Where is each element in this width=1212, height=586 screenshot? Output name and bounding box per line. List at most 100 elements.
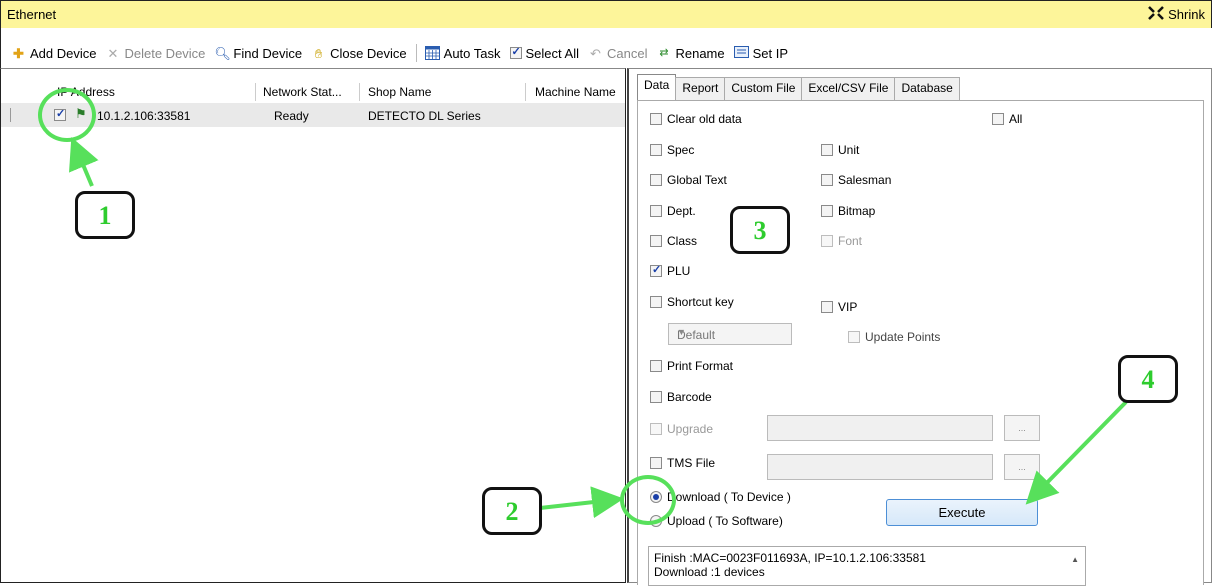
- tab-database[interactable]: Database: [894, 77, 960, 101]
- all-checkbox[interactable]: [992, 113, 1004, 125]
- upgrade-file-input[interactable]: [767, 415, 993, 441]
- shrink-button[interactable]: Shrink: [1148, 6, 1205, 23]
- task-pane: Data Report Custom File Excel/CSV File D…: [627, 68, 1212, 586]
- tab-data[interactable]: Data: [637, 74, 677, 101]
- find-device-label: Find Device: [233, 45, 303, 61]
- find-device-button[interactable]: 🔍︎ Find Device: [214, 46, 302, 61]
- log-line: Download :1 devices: [654, 565, 765, 579]
- class-checkbox[interactable]: [650, 235, 662, 247]
- clear-old-data-option[interactable]: Clear old data: [650, 112, 742, 126]
- shortcut-key-option[interactable]: Shortcut key: [650, 295, 734, 309]
- global-text-option[interactable]: Global Text: [650, 173, 727, 187]
- col-shop-name[interactable]: Shop Name: [368, 85, 431, 99]
- unit-checkbox[interactable]: [821, 144, 833, 156]
- window-title: Ethernet: [7, 7, 57, 22]
- column-divider: [255, 83, 256, 101]
- barcode-option[interactable]: Barcode: [650, 390, 712, 404]
- col-machine-name[interactable]: Machine Name: [535, 85, 616, 99]
- global-text-checkbox[interactable]: [650, 174, 662, 186]
- tms-file-checkbox[interactable]: [650, 457, 662, 469]
- clear-old-data-checkbox[interactable]: [650, 113, 662, 125]
- set-ip-label: Set IP: [752, 45, 789, 61]
- bitmap-checkbox[interactable]: [821, 205, 833, 217]
- upgrade-label: Upgrade: [667, 422, 714, 436]
- unit-option[interactable]: Unit: [821, 143, 859, 157]
- tms-file-option[interactable]: TMS File: [650, 456, 715, 470]
- vip-option[interactable]: VIP: [821, 300, 857, 314]
- tab-custom-file[interactable]: Custom File: [724, 77, 803, 101]
- ip-icon: [733, 45, 749, 61]
- salesman-option[interactable]: Salesman: [821, 173, 891, 187]
- upgrade-browse-button[interactable]: ...: [1004, 415, 1040, 441]
- add-device-label: Add Device: [30, 45, 97, 61]
- search-icon: 🔍︎: [214, 45, 231, 61]
- tms-file-label: TMS File: [667, 456, 715, 470]
- plu-checkbox[interactable]: [650, 263, 662, 277]
- salesman-label: Salesman: [838, 173, 892, 187]
- tab-report[interactable]: Report: [675, 77, 726, 101]
- device-ip: 10.1.2.106:33581: [97, 109, 191, 123]
- callout-4: 4: [1118, 355, 1178, 403]
- auto-task-label: Auto Task: [443, 45, 501, 61]
- toolbar: ✚ Add Device ✕ Delete Device 🔍︎ Find Dev…: [0, 28, 1212, 68]
- rename-button[interactable]: ⇄ Rename: [656, 46, 724, 61]
- log-output[interactable]: Finish :MAC=0023F011693A, IP=10.1.2.106:…: [648, 546, 1086, 586]
- select-all-button[interactable]: Select All: [509, 45, 579, 61]
- all-option[interactable]: All: [992, 112, 1022, 126]
- upgrade-checkbox[interactable]: [650, 423, 662, 435]
- dept-option[interactable]: Dept.: [650, 204, 696, 218]
- col-network-status[interactable]: Network Stat...: [263, 85, 342, 99]
- shortcut-key-select[interactable]: Default ▼: [668, 323, 792, 345]
- vip-label: VIP: [838, 300, 858, 314]
- device-shop-name: DETECTO DL Series: [368, 109, 481, 123]
- upgrade-option[interactable]: Upgrade: [650, 422, 713, 436]
- class-option[interactable]: Class: [650, 234, 697, 248]
- font-checkbox[interactable]: [821, 235, 833, 247]
- cancel-button[interactable]: ↶ Cancel: [588, 46, 647, 61]
- scroll-up-icon[interactable]: ▲: [1071, 553, 1079, 567]
- spec-option[interactable]: Spec: [650, 143, 694, 157]
- window-titlebar: Ethernet Shrink: [0, 0, 1212, 29]
- bitmap-option[interactable]: Bitmap: [821, 204, 875, 218]
- barcode-checkbox[interactable]: [650, 391, 662, 403]
- plu-option[interactable]: PLU: [650, 263, 691, 278]
- spec-label: Spec: [667, 143, 695, 157]
- upload-option[interactable]: Upload ( To Software): [650, 514, 783, 528]
- vip-checkbox[interactable]: [821, 301, 833, 313]
- add-device-button[interactable]: ✚ Add Device: [11, 46, 96, 61]
- cancel-label: Cancel: [607, 45, 648, 61]
- spec-checkbox[interactable]: [650, 144, 662, 156]
- log-line: Finish :MAC=0023F011693A, IP=10.1.2.106:…: [654, 551, 926, 565]
- device-status: Ready: [274, 109, 309, 123]
- tab-excel-csv-file[interactable]: Excel/CSV File: [801, 77, 896, 101]
- device-grid-header: IP Address Network Stat... Shop Name Mac…: [1, 79, 625, 103]
- barcode-label: Barcode: [667, 390, 712, 404]
- dept-checkbox[interactable]: [650, 205, 662, 217]
- close-device-button[interactable]: ✋︎ Close Device: [311, 46, 407, 61]
- plu-label: PLU: [667, 264, 691, 278]
- print-format-option[interactable]: Print Format: [650, 359, 733, 373]
- font-option[interactable]: Font: [821, 234, 862, 248]
- print-format-label: Print Format: [667, 359, 734, 373]
- delete-device-button[interactable]: ✕ Delete Device: [105, 45, 206, 61]
- download-label: Download ( To Device ): [667, 490, 791, 504]
- tms-file-input[interactable]: [767, 454, 993, 480]
- set-ip-button[interactable]: Set IP: [733, 45, 789, 61]
- callout-1: 1: [75, 191, 135, 239]
- rename-label: Rename: [675, 45, 725, 61]
- tab-bar: Data Report Custom File Excel/CSV File D…: [637, 74, 960, 101]
- print-format-checkbox[interactable]: [650, 360, 662, 372]
- auto-task-button[interactable]: Auto Task: [424, 45, 501, 61]
- update-points-checkbox[interactable]: [848, 331, 860, 343]
- shortcut-key-checkbox[interactable]: [650, 296, 662, 308]
- execute-button[interactable]: Execute: [886, 499, 1038, 526]
- update-points-option[interactable]: Update Points: [848, 330, 940, 344]
- column-divider: [525, 83, 526, 101]
- clear-old-data-label: Clear old data: [667, 112, 742, 126]
- salesman-checkbox[interactable]: [821, 174, 833, 186]
- tms-browse-button[interactable]: ...: [1004, 454, 1040, 480]
- delete-icon: ✕: [107, 45, 119, 61]
- highlight-ring-download: [620, 475, 676, 525]
- close-device-label: Close Device: [330, 45, 407, 61]
- calendar-icon: [424, 45, 440, 61]
